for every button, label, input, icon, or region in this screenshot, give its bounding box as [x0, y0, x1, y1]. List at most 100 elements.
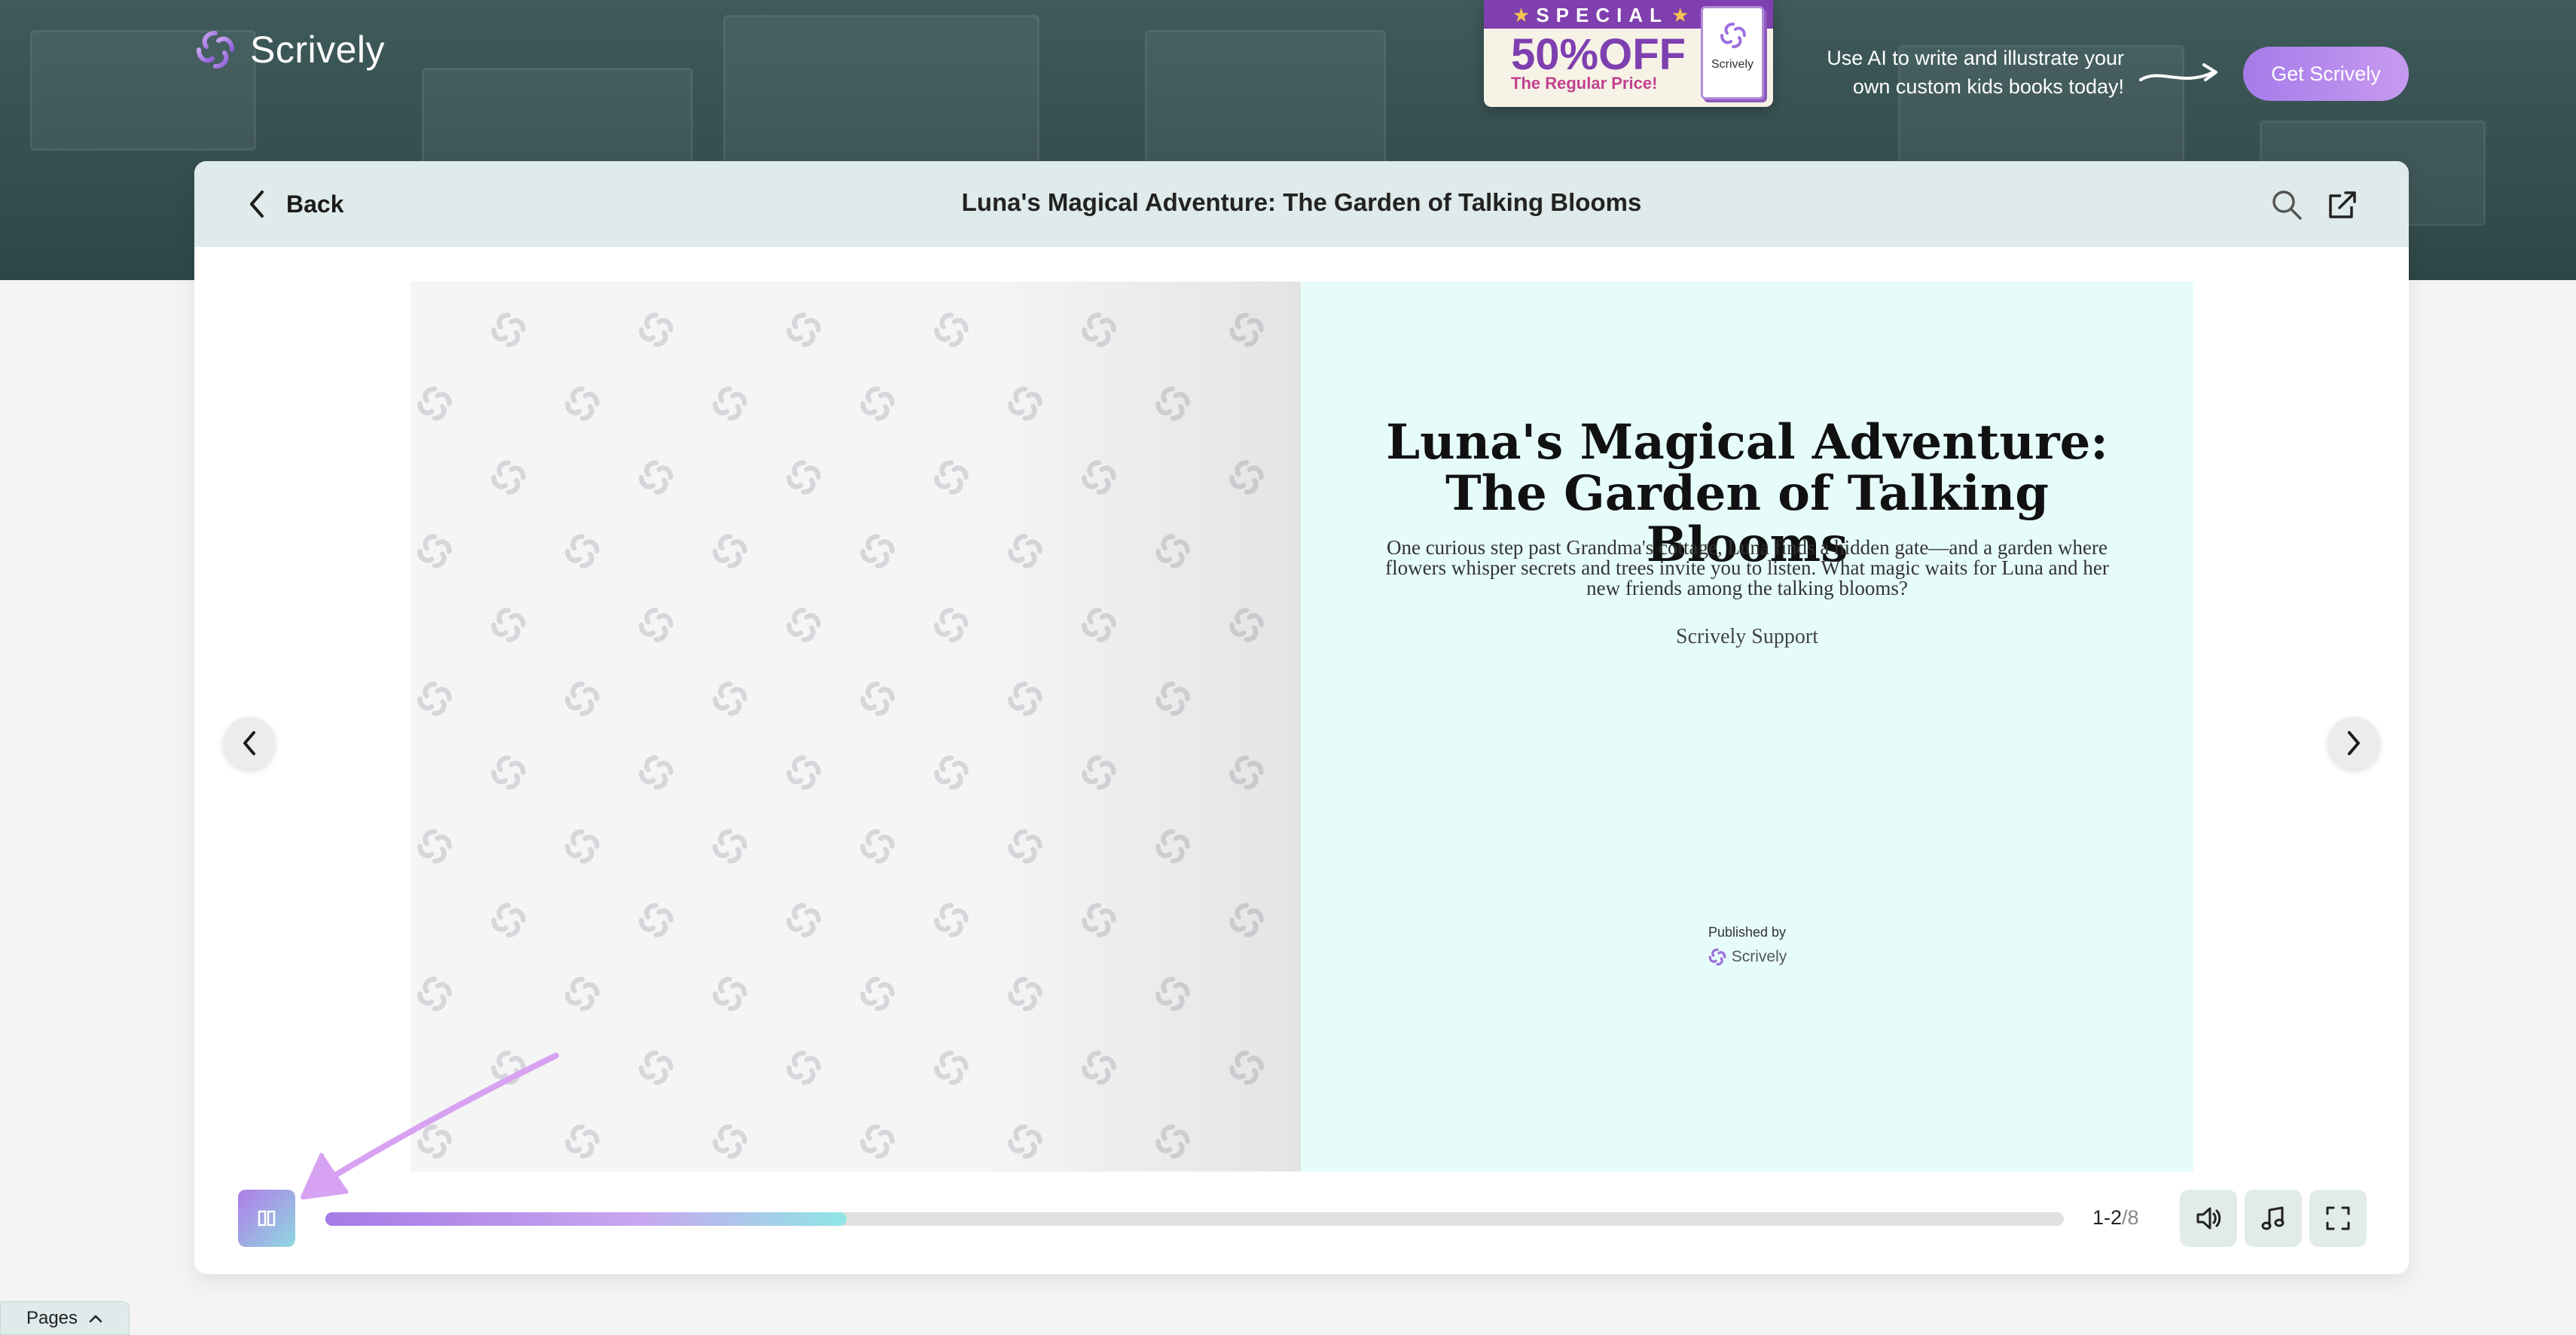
star-icon: ★ — [1512, 4, 1531, 26]
background-furniture — [1145, 30, 1386, 166]
book-spread: Luna's Magical Adventure: The Garden of … — [411, 282, 2193, 1172]
promo-banner[interactable]: ★ SPECIAL ★ 50%OFF The Regular Price! Scri… — [1484, 0, 1773, 107]
scrively-logo-icon — [197, 31, 234, 69]
pattern-logo-icon — [491, 755, 526, 790]
pattern-logo-icon — [786, 755, 821, 790]
pattern-logo-icon — [786, 312, 821, 347]
scrively-logo-icon — [1708, 948, 1726, 966]
background-furniture — [422, 68, 693, 173]
pattern-logo-icon — [934, 903, 969, 937]
pattern-logo-icon — [860, 681, 895, 716]
page-range: 1-2 — [2092, 1206, 2123, 1229]
pattern-logo-icon — [565, 534, 600, 568]
pattern-logo-icon — [860, 386, 895, 421]
product-box-label: Scrively — [1711, 58, 1753, 71]
pages-grid-icon — [258, 1210, 276, 1227]
pattern-logo-icon — [786, 903, 821, 937]
pattern-logo-icon — [713, 1124, 747, 1159]
pattern-logo-icon — [565, 829, 600, 864]
pattern-logo-icon — [417, 534, 452, 568]
pattern-logo-icon — [639, 608, 673, 642]
pattern-logo-icon — [934, 755, 969, 790]
pattern-logo-icon — [639, 1050, 673, 1085]
music-button[interactable] — [2245, 1190, 2302, 1247]
promo-subline: The Regular Price! — [1511, 74, 1658, 93]
pattern-logo-icon — [639, 460, 673, 495]
music-note-icon — [2261, 1206, 2285, 1230]
pattern-logo-icon — [786, 460, 821, 495]
book-title: Luna's Magical Adventure: The Garden of … — [961, 188, 1642, 216]
pattern-logo-icon — [639, 312, 673, 347]
pattern-logo-icon — [934, 1050, 969, 1085]
page-indicator: 1-2/8 — [2092, 1206, 2160, 1230]
promo-ribbon-text: SPECIAL — [1536, 4, 1668, 26]
pattern-logo-icon — [565, 386, 600, 421]
brand-name: Scrively — [250, 29, 386, 71]
previous-page-button[interactable] — [223, 717, 276, 770]
background-furniture — [723, 15, 1039, 166]
search-icon[interactable] — [2270, 188, 2303, 221]
next-page-button[interactable] — [2327, 717, 2380, 770]
pattern-logo-icon — [565, 1124, 600, 1159]
book-reader: Back Luna's Magical Adventure: The Garde… — [194, 161, 2409, 1274]
reading-progress-bar[interactable] — [325, 1212, 2064, 1226]
pattern-logo-icon — [934, 460, 969, 495]
pattern-logo-icon — [491, 608, 526, 642]
pattern-logo-icon — [417, 386, 452, 421]
pattern-logo-icon — [417, 829, 452, 864]
pattern-logo-icon — [786, 608, 821, 642]
pattern-logo-icon — [417, 977, 452, 1011]
reader-toolbar: Back Luna's Magical Adventure: The Garde… — [194, 161, 2409, 247]
chevron-left-icon — [243, 731, 255, 755]
pattern-logo-icon — [639, 755, 673, 790]
star-icon: ★ — [1671, 4, 1689, 26]
pattern-logo-icon — [639, 903, 673, 937]
cta-text: Use AI to write and illustrate your own … — [1827, 47, 2124, 98]
pattern-logo-icon — [713, 681, 747, 716]
pattern-logo-icon — [934, 608, 969, 642]
promo-headline: 50%OFF — [1511, 30, 1686, 79]
cover-description: One curious step past Grandma's cottage,… — [1385, 536, 2109, 599]
reader-controls: 1-2/8 — [194, 1190, 2409, 1257]
pattern-logo-icon — [786, 1050, 821, 1085]
scrively-logo-icon — [1720, 23, 1746, 48]
page-total: /8 — [2122, 1206, 2139, 1229]
pages-tab-label: Pages — [26, 1307, 78, 1328]
pattern-logo-icon — [860, 977, 895, 1011]
product-box-image: Scrively — [1701, 6, 1764, 99]
reading-progress-fill — [325, 1212, 847, 1226]
pattern-logo-icon — [491, 312, 526, 347]
pattern-logo-icon — [417, 1124, 452, 1159]
fullscreen-icon — [2326, 1206, 2350, 1230]
pattern-logo-icon — [491, 460, 526, 495]
get-scrively-button[interactable]: Get Scrively — [2243, 47, 2409, 101]
chevron-up-icon — [89, 1315, 102, 1322]
published-by-label: Published by — [1708, 925, 1787, 940]
pattern-logo-icon — [713, 977, 747, 1011]
speaker-icon — [2196, 1207, 2221, 1230]
narration-button[interactable] — [2180, 1190, 2237, 1247]
pattern-logo-icon — [491, 1050, 526, 1085]
publisher-name: Scrively — [1731, 948, 1787, 965]
chevron-right-icon — [2348, 731, 2360, 755]
pattern-logo-icon — [860, 534, 895, 568]
cover-page[interactable]: Luna's Magical Adventure: The Garden of … — [1301, 282, 2193, 1172]
page-fold-shade — [984, 282, 1301, 1172]
fullscreen-button[interactable] — [2309, 1190, 2367, 1247]
left-page[interactable] — [411, 282, 1301, 1172]
pattern-logo-icon — [713, 534, 747, 568]
publisher-logo: Scrively — [1301, 947, 2193, 967]
curved-arrow-icon — [2139, 63, 2217, 81]
cover-author: Scrively Support — [1676, 625, 1818, 648]
pattern-logo-icon — [491, 903, 526, 937]
pattern-logo-icon — [860, 829, 895, 864]
brand-logo[interactable]: Scrively — [193, 27, 385, 72]
pages-tab[interactable]: Pages — [0, 1301, 130, 1335]
pattern-logo-icon — [565, 681, 600, 716]
external-link-icon[interactable] — [2326, 188, 2359, 221]
pattern-logo-icon — [713, 386, 747, 421]
page-thumbnails-button[interactable] — [238, 1190, 295, 1247]
pattern-logo-icon — [713, 829, 747, 864]
pattern-logo-icon — [934, 312, 969, 347]
pattern-logo-icon — [417, 681, 452, 716]
